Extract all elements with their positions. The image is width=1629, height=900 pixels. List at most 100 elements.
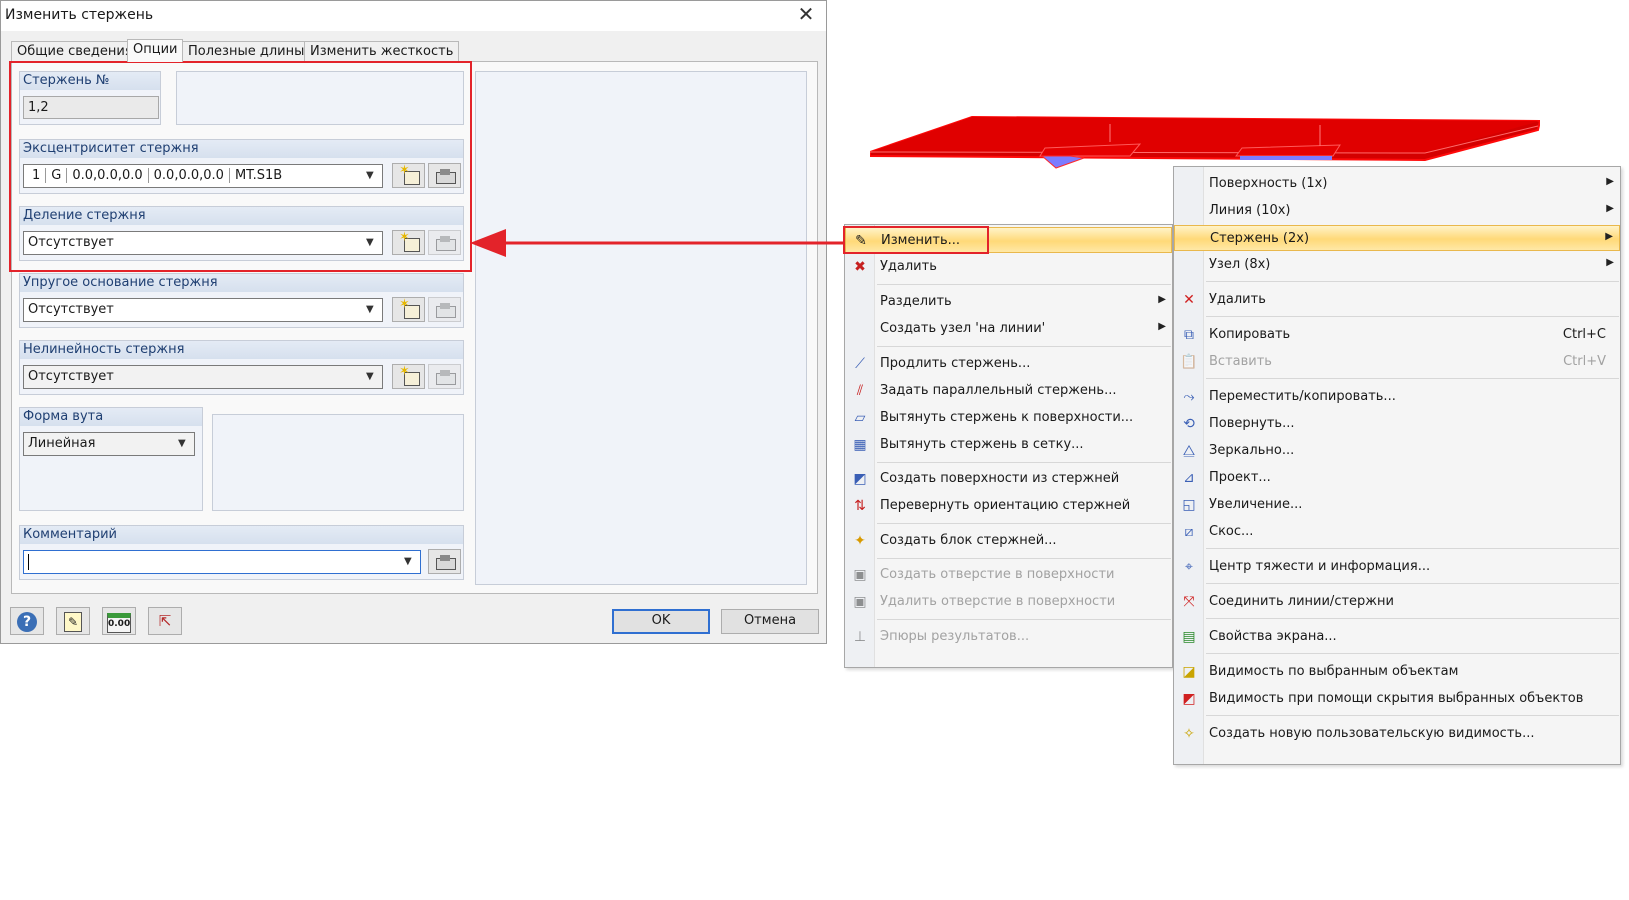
division-combo[interactable]: Отсутствует ▼ bbox=[23, 231, 383, 255]
submenu-arrow-icon: ▶ bbox=[1606, 176, 1614, 187]
help-button[interactable]: ? bbox=[10, 607, 44, 635]
new-item-icon bbox=[399, 297, 420, 319]
help-icon: ? bbox=[17, 612, 37, 632]
comment-label: Комментарий bbox=[20, 526, 463, 544]
notes-button[interactable]: ✎ bbox=[56, 607, 90, 635]
taper-combo[interactable]: Линейная ▼ bbox=[23, 432, 195, 456]
menu-item-rotate[interactable]: ⟲ Повернуть... bbox=[1174, 411, 1620, 437]
menu-item-project[interactable]: ⊿ Проект... bbox=[1174, 465, 1620, 491]
shear-icon: ⧄ bbox=[1184, 524, 1194, 540]
elastic-foundation-combo[interactable]: Отсутствует ▼ bbox=[23, 298, 383, 322]
surface-from-members-icon: ◩ bbox=[853, 471, 867, 487]
tab-general[interactable]: Общие сведения bbox=[11, 41, 139, 61]
edit-nonlinearity-button[interactable] bbox=[428, 364, 461, 389]
new-item-icon bbox=[399, 163, 420, 185]
delete-member-icon: ✖ bbox=[854, 259, 866, 275]
parallel-icon: ⫽ bbox=[856, 383, 864, 399]
comment-group: Комментарий ▼ bbox=[19, 525, 464, 580]
new-division-button[interactable] bbox=[392, 230, 425, 255]
menu-item-line[interactable]: Линия (10x) ▶ bbox=[1174, 198, 1620, 224]
new-visibility-icon: ✧ bbox=[1183, 726, 1195, 742]
dialog-title: Изменить стержень bbox=[5, 7, 154, 23]
menu-item-extend-member[interactable]: ⟋ Продлить стержень... bbox=[845, 351, 1172, 377]
menu-separator bbox=[1206, 583, 1619, 584]
pointer-select-button[interactable]: ⇱ bbox=[148, 607, 182, 635]
tab-modify-stiffness[interactable]: Изменить жесткость bbox=[304, 41, 460, 61]
member-no-field: 1,2 bbox=[23, 96, 159, 119]
menu-item-display-properties[interactable]: ▤ Свойства экрана... bbox=[1174, 624, 1620, 650]
menu-item-visibility-selected[interactable]: ◪ Видимость по выбранным объектам bbox=[1174, 659, 1620, 685]
menu-item-visibility-hide[interactable]: ◩ Видимость при помощи скрытия выбранных … bbox=[1174, 686, 1620, 712]
elastic-foundation-label: Упругое основание стержня bbox=[20, 274, 463, 292]
menu-item-delete-opening[interactable]: ▣ Удалить отверстие в поверхности bbox=[845, 589, 1172, 615]
eccentricity-end: 0.0,0.0,0.0 bbox=[149, 168, 230, 183]
tab-options[interactable]: Опции bbox=[127, 39, 184, 62]
eccentricity-name: MT.S1B bbox=[234, 168, 283, 183]
menu-item-member[interactable]: Стержень (2x) ▶ bbox=[1174, 225, 1620, 251]
menu-item-copy[interactable]: ⧉ Копировать Ctrl+C bbox=[1174, 322, 1620, 348]
close-button[interactable]: ✕ bbox=[793, 3, 819, 27]
comment-input[interactable]: ▼ bbox=[23, 550, 421, 574]
menu-item-extrude-to-surface[interactable]: ▱ Вытянуть стержень к поверхности... bbox=[845, 405, 1172, 431]
tab-effective-lengths[interactable]: Полезные длины bbox=[182, 41, 311, 61]
menu-item-delete[interactable]: ✖ Удалить bbox=[845, 254, 1172, 280]
nonlinearity-label: Нелинейность стержня bbox=[20, 341, 463, 359]
display-properties-icon: ▤ bbox=[1182, 629, 1196, 645]
menu-item-create-opening[interactable]: ▣ Создать отверстие в поверхности bbox=[845, 562, 1172, 588]
menu-item-edit[interactable]: ✎ Изменить... bbox=[845, 227, 1172, 253]
menu-separator bbox=[1206, 548, 1619, 549]
result-diagram-icon: ⊥ bbox=[853, 629, 867, 645]
eccentricity-number: 1 bbox=[28, 168, 47, 183]
new-eccentricity-button[interactable] bbox=[392, 163, 425, 188]
submenu-arrow-icon: ▶ bbox=[1606, 257, 1614, 268]
menu-item-paste[interactable]: 📋 Вставить Ctrl+V bbox=[1174, 349, 1620, 375]
chevron-down-icon: ▼ bbox=[366, 237, 374, 248]
menu-item-centroid-info[interactable]: ⌖ Центр тяжести и информация... bbox=[1174, 554, 1620, 580]
menu-item-surfaces-from-members[interactable]: ◩ Создать поверхности из стержней bbox=[845, 466, 1172, 492]
menu-item-new-user-visibility[interactable]: ✧ Создать новую пользовательскую видимост… bbox=[1174, 721, 1620, 747]
ok-button[interactable]: OK bbox=[612, 609, 710, 634]
menu-separator bbox=[877, 619, 1171, 620]
visibility-selected-icon: ◪ bbox=[1182, 664, 1196, 680]
units-button[interactable]: 0.00 bbox=[102, 607, 136, 635]
preview-area bbox=[475, 71, 807, 585]
eccentricity-start: 0.0,0.0,0.0 bbox=[67, 168, 149, 183]
nonlinearity-combo[interactable]: Отсутствует ▼ bbox=[23, 365, 383, 389]
project-icon: ⊿ bbox=[1183, 470, 1195, 486]
menu-item-create-node-on-line[interactable]: Создать узел 'на линии' ▶ bbox=[845, 316, 1172, 342]
edit-elastic-foundation-button[interactable] bbox=[428, 297, 461, 322]
menu-item-scale[interactable]: ◱ Увеличение... bbox=[1174, 492, 1620, 518]
elastic-foundation-value: Отсутствует bbox=[28, 302, 114, 317]
menu-item-create-block[interactable]: ✦ Создать блок стержней... bbox=[845, 528, 1172, 554]
taper-value: Линейная bbox=[28, 436, 96, 451]
menu-item-node[interactable]: Узел (8x) ▶ bbox=[1174, 252, 1620, 278]
eccentricity-combo[interactable]: 1 G 0.0,0.0,0.0 0.0,0.0,0.0 MT.S1B ▼ bbox=[23, 164, 383, 188]
paste-shortcut: Ctrl+V bbox=[1563, 354, 1606, 369]
menu-separator bbox=[877, 558, 1171, 559]
new-elastic-foundation-button[interactable] bbox=[392, 297, 425, 322]
new-nonlinearity-button[interactable] bbox=[392, 364, 425, 389]
extrude-surface-icon: ▱ bbox=[854, 410, 866, 426]
menu-item-flip-orientation[interactable]: ⇅ Перевернуть ориентацию стержней bbox=[845, 493, 1172, 519]
menu-item-connect-lines[interactable]: ⤧ Соединить линии/стержни bbox=[1174, 589, 1620, 615]
menu-item-move-copy[interactable]: ⤳ Переместить/копировать... bbox=[1174, 384, 1620, 410]
menu-item-extrude-to-grid[interactable]: ▦ Вытянуть стержень в сетку... bbox=[845, 432, 1172, 458]
menu-item-result-diagrams[interactable]: ⊥ Эпюры результатов... bbox=[845, 624, 1172, 650]
edit-division-button[interactable] bbox=[428, 230, 461, 255]
menu-separator bbox=[1206, 378, 1619, 379]
menu-item-mirror[interactable]: ⧋ Зеркально... bbox=[1174, 438, 1620, 464]
menu-item-surface[interactable]: Поверхность (1x) ▶ bbox=[1174, 171, 1620, 197]
eccentricity-group: Эксцентриситет стержня 1 G 0.0,0.0,0.0 0.0,… bbox=[19, 139, 464, 194]
edit-item-icon bbox=[435, 369, 456, 385]
menu-item-parallel-member[interactable]: ⫽ Задать параллельный стержень... bbox=[845, 378, 1172, 404]
edit-item-icon bbox=[435, 302, 456, 318]
edit-member-icon: ✎ bbox=[855, 233, 867, 249]
menu-item-divide[interactable]: Разделить ▶ bbox=[845, 289, 1172, 315]
cancel-button[interactable]: Отмена bbox=[721, 609, 819, 634]
annotation-arrow bbox=[470, 229, 858, 257]
menu-separator bbox=[1206, 653, 1619, 654]
menu-item-delete-selection[interactable]: ✕ Удалить bbox=[1174, 287, 1620, 313]
edit-eccentricity-button[interactable] bbox=[428, 163, 461, 188]
menu-item-shear[interactable]: ⧄ Скос... bbox=[1174, 519, 1620, 545]
comment-library-button[interactable] bbox=[428, 549, 461, 574]
